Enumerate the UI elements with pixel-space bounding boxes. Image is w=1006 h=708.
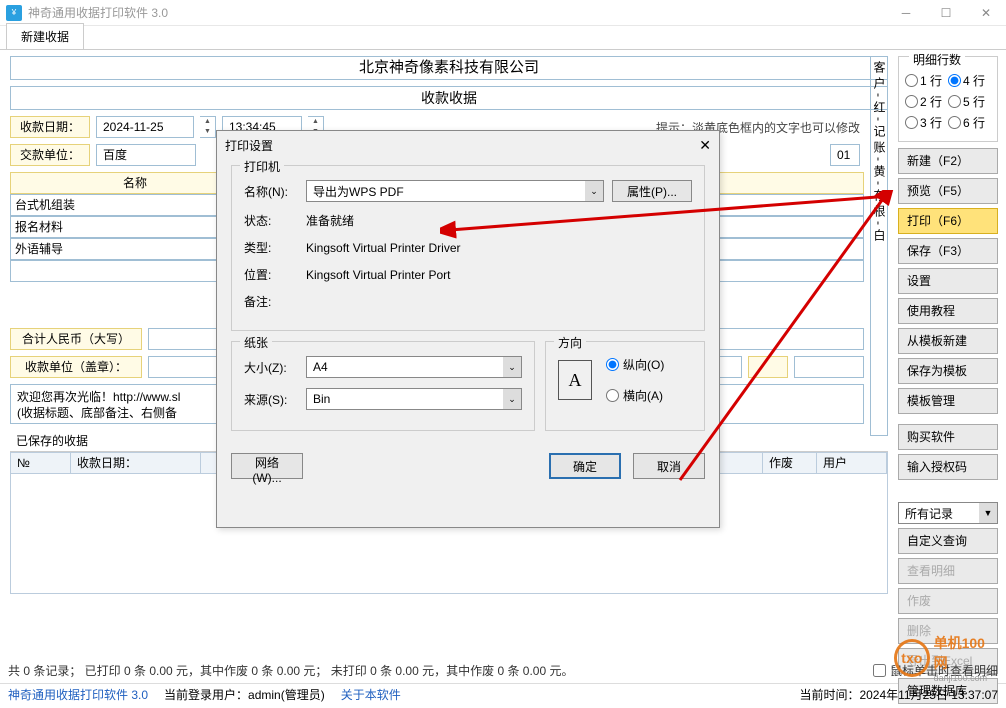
status-about[interactable]: 关于本软件: [341, 686, 401, 703]
source-label: 来源(S):: [244, 391, 298, 408]
summary-text: 共 0 条记录； 已打印 0 条 0.00 元，其中作废 0 条 0.00 元；…: [8, 662, 573, 679]
cancel-button[interactable]: 取消: [633, 453, 705, 479]
btn-view-detail[interactable]: 查看明细: [898, 558, 998, 584]
where-value: Kingsoft Virtual Printer Port: [306, 268, 451, 282]
name-label: 名称(N):: [244, 183, 298, 200]
status-time: 当前时间：2024年11月25日 13:37:07: [799, 686, 998, 703]
rows-title: 明细行数: [909, 51, 965, 68]
watermark-en: danji100.com: [934, 673, 994, 683]
watermark-icon: txo: [894, 639, 930, 677]
status-value: 准备就绪: [306, 212, 354, 229]
rows-1[interactable]: 1 行: [905, 72, 948, 89]
extra-field[interactable]: [794, 356, 864, 378]
btn-license[interactable]: 输入授权码: [898, 454, 998, 480]
printer-caption: 打印机: [240, 158, 284, 175]
payer-label: 交款单位：: [10, 144, 90, 166]
printer-select[interactable]: 导出为WPS PDF⌄: [306, 180, 604, 202]
payee-label: 收款单位（盖章）：: [10, 356, 142, 378]
minimize-button[interactable]: ─: [886, 0, 926, 26]
extra-yellow[interactable]: [748, 356, 788, 378]
type-label: 类型:: [244, 239, 298, 256]
app-icon: ¥: [6, 5, 22, 21]
paper-group: 纸张 大小(Z):A4⌄ 来源(S):Bin⌄: [231, 341, 535, 431]
btn-new[interactable]: 新建（F2）: [898, 148, 998, 174]
btn-save[interactable]: 保存（F3）: [898, 238, 998, 264]
size-label: 大小(Z):: [244, 359, 298, 376]
status-user: 当前登录用户：admin(管理员): [164, 686, 325, 703]
company-field[interactable]: 北京神奇像素科技有限公司: [10, 56, 888, 80]
doc-title-field[interactable]: 收款收据: [10, 86, 888, 110]
th-date[interactable]: 收款日期：: [71, 453, 201, 473]
statusbar: 神奇通用收据打印软件 3.0 当前登录用户：admin(管理员) 关于本软件 当…: [0, 683, 1006, 705]
type-value: Kingsoft Virtual Printer Driver: [306, 241, 461, 255]
no-suffix-field[interactable]: 01: [830, 144, 860, 166]
maximize-button[interactable]: ☐: [926, 0, 966, 26]
date-label: 收款日期：: [10, 116, 90, 138]
date-field[interactable]: 2024-11-25: [96, 116, 194, 138]
payer-field[interactable]: 百度: [96, 144, 196, 166]
rows-6[interactable]: 6 行: [948, 114, 991, 131]
dialog-close-icon[interactable]: ✕: [699, 137, 711, 154]
btn-void[interactable]: 作废: [898, 588, 998, 614]
btn-save-template[interactable]: 保存为模板: [898, 358, 998, 384]
printer-group: 打印机 名称(N): 导出为WPS PDF⌄ 属性(P)... 状态:准备就绪 …: [231, 165, 705, 331]
btn-buy[interactable]: 购买软件: [898, 424, 998, 450]
window-controls: ─ ☐ ✕: [886, 0, 1006, 26]
dialog-title: 打印设置: [225, 137, 273, 154]
btn-custom-query[interactable]: 自定义查询: [898, 528, 998, 554]
properties-button[interactable]: 属性(P)...: [612, 180, 692, 202]
copy-label-bar: 客户-红-记账-黄-存根-白: [870, 56, 888, 436]
ok-button[interactable]: 确定: [549, 453, 621, 479]
btn-print[interactable]: 打印（F6）: [898, 208, 998, 234]
status-app[interactable]: 神奇通用收据打印软件 3.0: [8, 686, 148, 703]
watermark-cn: 单机100网: [934, 633, 994, 673]
page-orientation-icon: A: [558, 360, 592, 400]
th-user[interactable]: 用户: [817, 453, 887, 473]
source-select[interactable]: Bin⌄: [306, 388, 522, 410]
btn-preview[interactable]: 预览（F5）: [898, 178, 998, 204]
rows-3[interactable]: 3 行: [905, 114, 948, 131]
orient-caption: 方向: [554, 334, 586, 351]
th-void[interactable]: 作废: [763, 453, 817, 473]
tab-new-receipt[interactable]: 新建收据: [6, 23, 84, 49]
rows-2[interactable]: 2 行: [905, 93, 948, 110]
rows-5[interactable]: 5 行: [948, 93, 991, 110]
tab-strip: 新建收据: [0, 26, 1006, 50]
rows-group: 明细行数 1 行 4 行 2 行 5 行 3 行 6 行: [898, 56, 998, 142]
paper-caption: 纸张: [240, 334, 272, 351]
size-select[interactable]: A4⌄: [306, 356, 522, 378]
watermark: txo 单机100网 danji100.com: [894, 636, 994, 680]
titlebar: ¥ 神奇通用收据打印软件 3.0 ─ ☐ ✕: [0, 0, 1006, 26]
where-label: 位置:: [244, 266, 298, 283]
btn-from-template[interactable]: 从模板新建: [898, 328, 998, 354]
th-no[interactable]: №: [11, 453, 71, 473]
dialog-titlebar[interactable]: 打印设置 ✕: [217, 131, 719, 159]
date-spinner[interactable]: ▲▼: [200, 116, 216, 138]
network-button[interactable]: 网络(W)...: [231, 453, 303, 479]
orient-group: 方向 A 纵向(O) 横向(A): [545, 341, 705, 431]
landscape-radio[interactable]: 横向(A): [606, 387, 664, 404]
btn-tutorial[interactable]: 使用教程: [898, 298, 998, 324]
window-title: 神奇通用收据打印软件 3.0: [28, 4, 168, 21]
print-dialog: 打印设置 ✕ 打印机 名称(N): 导出为WPS PDF⌄ 属性(P)... 状…: [216, 130, 720, 528]
portrait-radio[interactable]: 纵向(O): [606, 356, 664, 373]
rows-4[interactable]: 4 行: [948, 72, 991, 89]
sidebar: 明细行数 1 行 4 行 2 行 5 行 3 行 6 行 新建（F2） 预览（F…: [898, 50, 1006, 658]
btn-settings[interactable]: 设置: [898, 268, 998, 294]
filter-select[interactable]: 所有记录▼: [898, 502, 998, 524]
comment-label: 备注:: [244, 293, 298, 310]
total-cn-label: 合计人民币（大写）: [10, 328, 142, 350]
close-button[interactable]: ✕: [966, 0, 1006, 26]
summary-bar: 共 0 条记录； 已打印 0 条 0.00 元，其中作废 0 条 0.00 元；…: [0, 658, 1006, 683]
status-label: 状态:: [244, 212, 298, 229]
btn-template-mgr[interactable]: 模板管理: [898, 388, 998, 414]
